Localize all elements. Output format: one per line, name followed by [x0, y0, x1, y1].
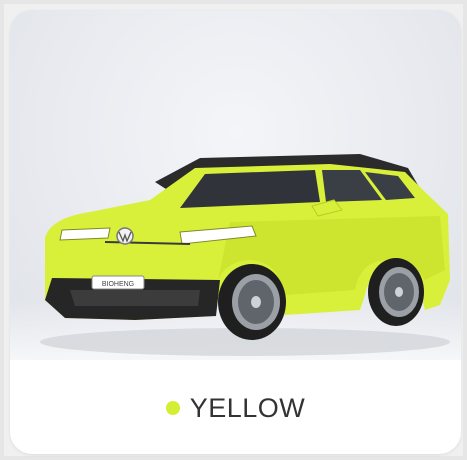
color-swatch — [165, 401, 180, 415]
vehicle-image: BIOHENG — [40, 154, 450, 356]
rear-wheel — [368, 258, 424, 326]
product-frame: BIOHENG YELLOW — [0, 0, 467, 460]
vehicle-image-stage: BIOHENG — [10, 10, 461, 360]
color-option-card[interactable]: BIOHENG YELLOW — [10, 10, 461, 454]
color-name: YELLOW — [189, 392, 306, 423]
license-plate-text: BIOHENG — [102, 281, 134, 288]
front-wheel — [218, 264, 286, 340]
color-label: YELLOW — [10, 388, 461, 428]
